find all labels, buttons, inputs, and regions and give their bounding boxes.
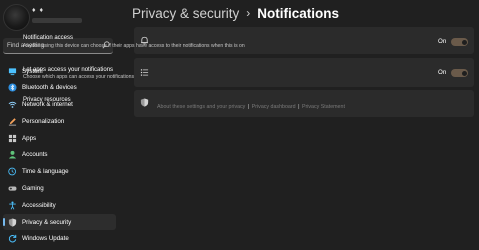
breadcrumb-parent[interactable]: Privacy & security (132, 6, 239, 21)
gamepad-icon (8, 186, 17, 191)
toggle-knob (461, 70, 467, 76)
sidebar-item-label: Gaming (22, 185, 44, 193)
setting-notification-access[interactable] (134, 27, 474, 54)
privacy-resources-links: About these settings and your privacy | … (157, 104, 345, 110)
monitor-icon (8, 67, 17, 75)
update-icon (8, 235, 17, 243)
toggle-knob (461, 39, 467, 45)
privacy-resources-title: Privacy resources (23, 97, 71, 103)
profile-email-redacted (32, 18, 82, 23)
sidebar-item-label: Windows Update (22, 235, 69, 243)
setting-description: Anyone using this device can choose if t… (23, 43, 245, 49)
breadcrumb-separator: › (246, 6, 251, 20)
app-notification-access-toggle[interactable] (451, 69, 468, 77)
globe-clock-icon (8, 167, 16, 176)
avatar[interactable] (3, 4, 30, 31)
apps-icon (8, 134, 17, 142)
toggle-state-label: On (438, 38, 447, 45)
sidebar-item-accessibility[interactable]: Accessibility (3, 197, 116, 213)
sidebar-item-label: Apps (22, 134, 37, 142)
pen-icon (8, 118, 17, 126)
sidebar-item-gaming[interactable]: Gaming (3, 181, 116, 197)
breadcrumb: Privacy & security › Notifications (132, 3, 339, 23)
sidebar-item-bluetooth[interactable]: Bluetooth & devices (3, 80, 116, 96)
sidebar-item-label: Time & language (22, 168, 69, 176)
accessibility-icon (9, 201, 16, 210)
sidebar-item-privacy-security[interactable]: Privacy & security (3, 214, 116, 231)
bluetooth-icon (8, 83, 17, 92)
notification-access-toggle[interactable] (451, 38, 468, 46)
profile-name: ♦ ♦ (32, 7, 45, 14)
shield-icon (8, 218, 17, 227)
sidebar-item-label: Bluetooth & devices (22, 84, 77, 92)
sidebar-item-personalization[interactable]: Personalization (3, 113, 116, 129)
wifi-icon (8, 101, 17, 109)
setting-title: Let apps access your notifications (23, 67, 114, 73)
person-icon (8, 151, 17, 160)
sidebar-item-time-language[interactable]: Time & language (3, 164, 116, 180)
sidebar-item-label: Privacy & security (22, 218, 72, 226)
user-profile[interactable]: ♦ ♦ (3, 4, 121, 34)
link-privacy-dashboard[interactable]: Privacy dashboard (252, 104, 296, 110)
link-privacy-statement[interactable]: Privacy Statement (302, 104, 345, 110)
link-about-settings-privacy[interactable]: About these settings and your privacy (157, 104, 245, 110)
link-separator: | (247, 104, 250, 110)
setting-title: Notification access (23, 35, 74, 41)
setting-app-notification-access[interactable] (134, 58, 474, 87)
page-title: Notifications (257, 5, 340, 21)
setting-description: Choose which apps can access your notifi… (23, 74, 134, 80)
sidebar-item-windows-update[interactable]: Windows Update (3, 231, 116, 247)
toggle-state-label: On (438, 69, 447, 76)
nav-list: System Bluetooth & devices Network & int… (3, 63, 116, 248)
sidebar-item-accounts[interactable]: Accounts (3, 147, 116, 163)
sidebar-item-label: Accounts (22, 151, 48, 159)
list-icon (140, 69, 149, 76)
sidebar-item-label: Accessibility (22, 201, 56, 209)
shield-icon (140, 98, 149, 107)
sidebar-item-label: Personalization (22, 117, 65, 125)
link-separator: | (298, 104, 300, 110)
sidebar-item-apps[interactable]: Apps (3, 130, 116, 146)
